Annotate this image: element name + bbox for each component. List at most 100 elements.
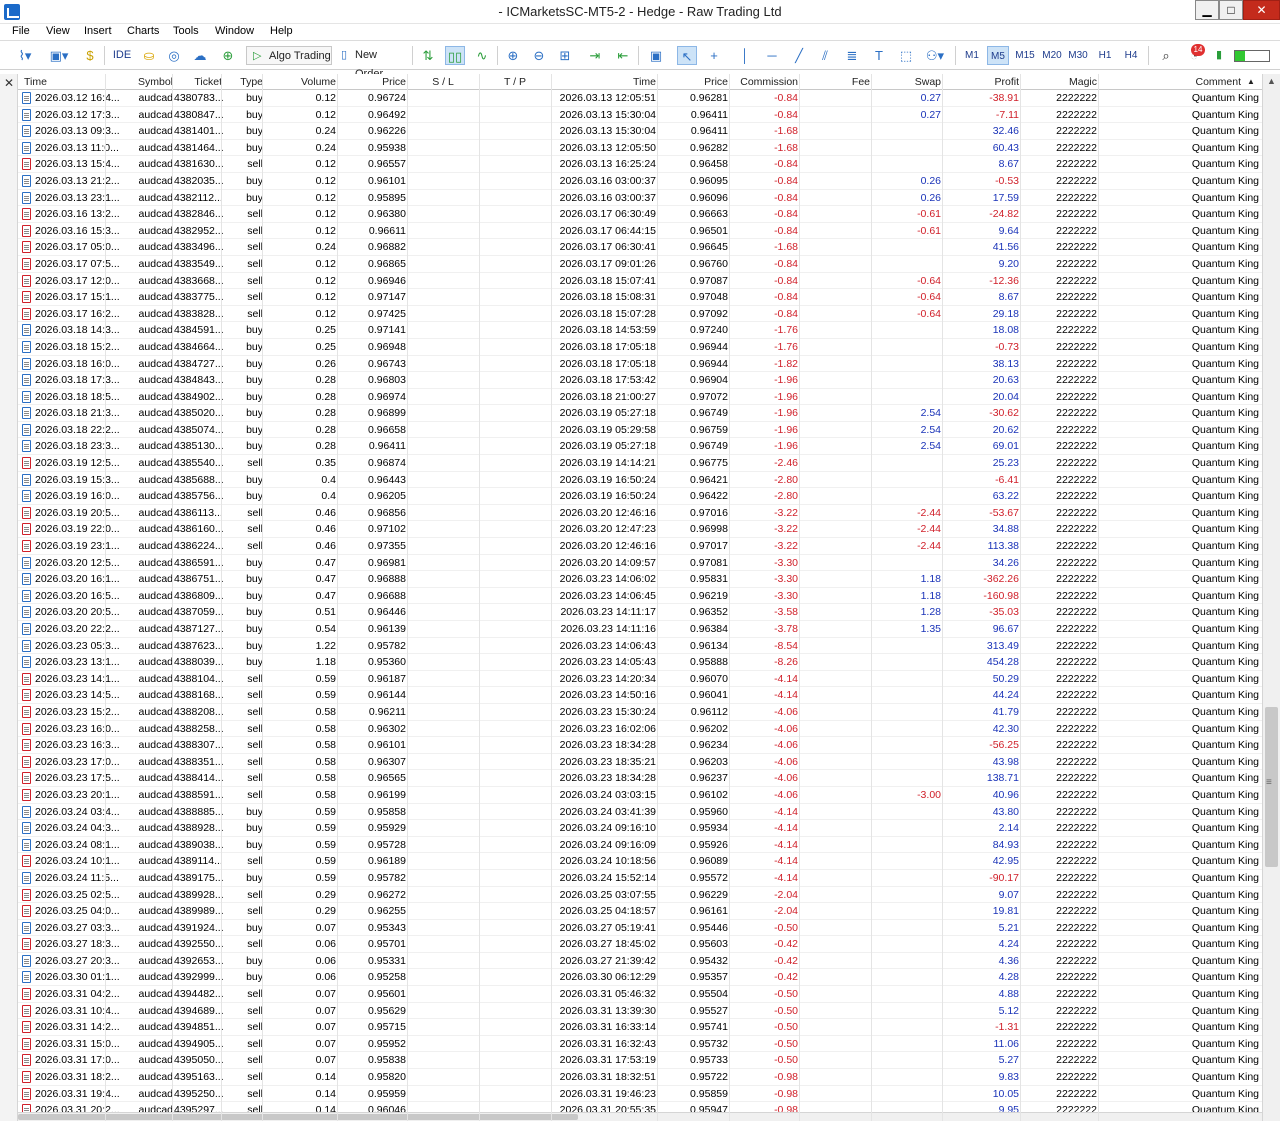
column-divider[interactable]: [479, 74, 480, 1121]
column-header-fee[interactable]: Fee: [800, 76, 870, 88]
search-icon[interactable]: ⌕: [1156, 46, 1176, 65]
table-row[interactable]: 2026.03.23 14:1... audcad 4388104... sell 0.…: [18, 671, 1262, 688]
table-row[interactable]: 2026.03.17 16:2... audcad 4383828... sell 0.…: [18, 306, 1262, 323]
new-order-button[interactable]: New Order: [336, 46, 408, 80]
menu-file[interactable]: File: [12, 25, 30, 37]
table-row[interactable]: 2026.03.18 18:5... audcad 4384902... buy 0.2…: [18, 389, 1262, 406]
table-row[interactable]: 2026.03.23 05:3... audcad 4387623... buy 1.2…: [18, 638, 1262, 655]
table-row[interactable]: 2026.03.30 01:1... audcad 4392999... buy 0.0…: [18, 969, 1262, 987]
text-icon[interactable]: T: [869, 46, 889, 65]
menu-view[interactable]: View: [46, 25, 70, 37]
table-row[interactable]: 2026.03.23 14:5... audcad 4388168... sell 0.…: [18, 687, 1262, 704]
cloud-icon[interactable]: ☁: [190, 46, 210, 65]
autoscroll-icon[interactable]: ⇥: [585, 46, 605, 65]
table-row[interactable]: 2026.03.31 14:2... audcad 4394851... sell 0.…: [18, 1019, 1262, 1036]
line-chart-icon[interactable]: ∿: [472, 46, 492, 65]
timeframe-m1[interactable]: M1: [962, 46, 982, 65]
table-row[interactable]: 2026.03.25 04:0... audcad 4389989... sell 0.…: [18, 903, 1262, 920]
close-panel-icon[interactable]: ✕: [4, 76, 14, 90]
timeframe-h1[interactable]: H1: [1095, 46, 1115, 65]
table-row[interactable]: 2026.03.31 04:2... audcad 4394482... sell 0.…: [18, 986, 1262, 1003]
table-row[interactable]: 2026.03.27 03:3... audcad 4391924... buy 0.0…: [18, 920, 1262, 937]
column-divider[interactable]: [221, 74, 222, 1121]
table-row[interactable]: 2026.03.20 16:1... audcad 4386751... buy 0.4…: [18, 571, 1262, 588]
table-row[interactable]: 2026.03.13 11:0... audcad 4381464... buy 0.2…: [18, 140, 1262, 157]
column-header-tp[interactable]: T / P: [480, 76, 550, 88]
menu-help[interactable]: Help: [270, 25, 293, 37]
shapes-icon[interactable]: ⬚: [896, 46, 916, 65]
table-row[interactable]: 2026.03.31 18:2... audcad 4395163... sell 0.…: [18, 1069, 1262, 1086]
column-divider[interactable]: [942, 74, 943, 1121]
new-chart-icon[interactable]: ▣▾: [44, 46, 74, 65]
table-row[interactable]: 2026.03.20 22:2... audcad 4387127... buy 0.5…: [18, 621, 1262, 638]
column-header-type[interactable]: Type: [223, 76, 263, 88]
table-row[interactable]: 2026.03.20 16:5... audcad 4386809... buy 0.4…: [18, 588, 1262, 605]
column-divider[interactable]: [1098, 74, 1099, 1121]
menu-insert[interactable]: Insert: [84, 25, 112, 37]
horizontal-line-icon[interactable]: ─: [762, 46, 782, 65]
column-header-commission[interactable]: Commission: [730, 76, 798, 88]
maximize-button[interactable]: □: [1219, 0, 1243, 20]
table-row[interactable]: 2026.03.16 15:3... audcad 4382952... sell 0.…: [18, 223, 1262, 240]
table-row[interactable]: 2026.03.24 11:5... audcad 4389175... buy 0.5…: [18, 870, 1262, 887]
table-row[interactable]: 2026.03.23 17:5... audcad 4388414... sell 0.…: [18, 770, 1262, 787]
ide-button[interactable]: IDE: [110, 46, 134, 65]
column-divider[interactable]: [262, 74, 263, 1121]
table-row[interactable]: 2026.03.13 09:3... audcad 4381401... buy 0.2…: [18, 123, 1262, 140]
column-header-time-open[interactable]: Time: [24, 76, 84, 88]
table-row[interactable]: 2026.03.18 17:3... audcad 4384843... buy 0.2…: [18, 372, 1262, 389]
table-row[interactable]: 2026.03.12 17:3... audcad 4380847... buy 0.1…: [18, 107, 1262, 124]
timeframe-h4[interactable]: H4: [1121, 46, 1141, 65]
table-row[interactable]: 2026.03.27 18:3... audcad 4392550... sell 0.…: [18, 936, 1262, 953]
zoom-out-icon[interactable]: ⊖: [529, 46, 549, 65]
table-row[interactable]: 2026.03.19 23:1... audcad 4386224... sell 0.…: [18, 538, 1262, 555]
dollar-icon[interactable]: $: [80, 46, 100, 65]
scroll-up-icon[interactable]: ▲: [1267, 76, 1276, 86]
trendline-icon[interactable]: ╱: [789, 46, 809, 65]
table-row[interactable]: 2026.03.17 15:1... audcad 4383775... sell 0.…: [18, 289, 1262, 306]
column-divider[interactable]: [337, 74, 338, 1121]
table-row[interactable]: 2026.03.18 23:3... audcad 4385130... buy 0.2…: [18, 438, 1262, 456]
sort-ascending-icon[interactable]: ▲: [1247, 77, 1255, 86]
table-row[interactable]: 2026.03.13 23:1... audcad 4382112... buy 0.1…: [18, 190, 1262, 207]
column-header-volume[interactable]: Volume: [263, 76, 336, 88]
table-row[interactable]: 2026.03.23 17:0... audcad 4388351... sell 0.…: [18, 754, 1262, 771]
timeframe-m20[interactable]: M20: [1040, 46, 1064, 65]
table-row[interactable]: 2026.03.19 15:3... audcad 4385688... buy 0.4…: [18, 472, 1262, 489]
column-divider[interactable]: [729, 74, 730, 1121]
column-header-time-close[interactable]: Time: [552, 76, 656, 88]
channel-icon[interactable]: ⫽: [815, 46, 835, 65]
table-row[interactable]: 2026.03.20 12:5... audcad 4386591... buy 0.4…: [18, 555, 1262, 572]
table-row[interactable]: 2026.03.18 15:2... audcad 4384664... buy 0.2…: [18, 339, 1262, 356]
column-divider[interactable]: [172, 74, 173, 1121]
column-header-sl[interactable]: S / L: [408, 76, 478, 88]
table-row[interactable]: 2026.03.19 12:5... audcad 4385540... sell 0.…: [18, 455, 1262, 472]
table-row[interactable]: 2026.03.12 16:4... audcad 4380783... buy 0.1…: [18, 90, 1262, 107]
column-header-symbol[interactable]: Symbol: [128, 76, 173, 88]
column-divider[interactable]: [871, 74, 872, 1121]
table-row[interactable]: 2026.03.24 10:1... audcad 4389114... sell 0.…: [18, 853, 1262, 870]
vertical-line-icon[interactable]: │: [735, 46, 755, 65]
objects-icon[interactable]: ⚇▾: [921, 46, 949, 65]
chart-type-icon[interactable]: ⌇▾: [10, 46, 40, 65]
column-header-price-close[interactable]: Price: [658, 76, 728, 88]
table-row[interactable]: 2026.03.20 20:5... audcad 4387059... buy 0.5…: [18, 604, 1262, 621]
table-row[interactable]: 2026.03.23 13:1... audcad 4388039... buy 1.1…: [18, 654, 1262, 671]
table-row[interactable]: 2026.03.24 08:1... audcad 4389038... buy 0.5…: [18, 837, 1262, 854]
table-row[interactable]: 2026.03.13 15:4... audcad 4381630... sell 0.…: [18, 156, 1262, 173]
column-header-profit[interactable]: Profit: [943, 76, 1019, 88]
zoom-in-icon[interactable]: ⊕: [503, 46, 523, 65]
signal-icon[interactable]: ◎: [164, 46, 184, 65]
column-header-swap[interactable]: Swap: [872, 76, 941, 88]
table-row[interactable]: 2026.03.16 13:2... audcad 4382846... sell 0.…: [18, 206, 1262, 223]
column-divider[interactable]: [407, 74, 408, 1121]
table-row[interactable]: 2026.03.17 07:5... audcad 4383549... sell 0.…: [18, 256, 1262, 273]
table-row[interactable]: 2026.03.24 03:4... audcad 4388885... buy 0.5…: [18, 804, 1262, 821]
tile-windows-icon[interactable]: ⊞: [555, 46, 575, 65]
column-divider[interactable]: [657, 74, 658, 1121]
column-divider[interactable]: [105, 74, 106, 1121]
table-row[interactable]: 2026.03.18 14:3... audcad 4384591... buy 0.2…: [18, 322, 1262, 339]
fibonacci-icon[interactable]: ≣: [842, 46, 862, 65]
table-row[interactable]: 2026.03.31 19:4... audcad 4395250... sell 0.…: [18, 1086, 1262, 1103]
table-row[interactable]: 2026.03.31 15:0... audcad 4394905... sell 0.…: [18, 1036, 1262, 1053]
